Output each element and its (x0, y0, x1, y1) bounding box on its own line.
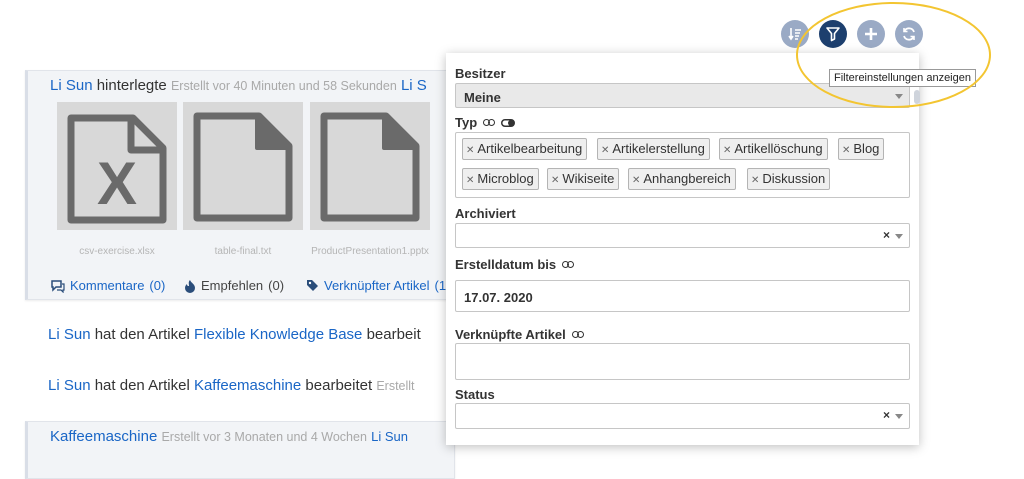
user-link[interactable]: Li Sun (48, 326, 91, 343)
owner-label: Besitzer (455, 66, 506, 81)
article-link[interactable]: Flexible Knowledge Base (194, 326, 362, 343)
activity-line: Li Sun hat den Artikel Flexible Knowledg… (48, 326, 421, 343)
recommend-label: Empfehlen (201, 278, 264, 293)
activity-header: Kaffeemaschine Erstellt vor 3 Monaten un… (50, 428, 408, 445)
linked-articles-label: Verknüpfte Artikel (455, 327, 566, 342)
type-tag[interactable]: ✕ Artikellöschung (719, 138, 828, 160)
tag-label: Artikellöschung (734, 141, 823, 156)
attachment-thumbnail[interactable] (183, 102, 303, 230)
highlight-ring (796, 2, 991, 108)
attachment-caption: ProductPresentation1.pptx (311, 246, 429, 257)
clear-icon[interactable]: × (883, 228, 890, 242)
status-select[interactable]: × (455, 403, 910, 429)
type-tag[interactable]: ✕ Blog (838, 138, 885, 160)
type-tag[interactable]: ✕ Wikiseite (547, 168, 620, 190)
activity-card: Kaffeemaschine Erstellt vor 3 Monaten un… (25, 421, 455, 479)
type-label: Typ (455, 115, 478, 130)
tag-label: Diskussion (762, 171, 826, 186)
status-label: Status (455, 387, 495, 402)
remove-tag-icon[interactable]: ✕ (466, 175, 474, 186)
type-tag[interactable]: ✕ Artikelerstellung (597, 138, 710, 160)
recommend-count: (0) (268, 278, 285, 293)
clear-icon[interactable]: × (883, 408, 890, 422)
tag-label: Blog (853, 141, 880, 156)
activity-meta: Erstellt (376, 379, 415, 393)
activity-text: hat den Artikel (94, 326, 190, 343)
activity-text: hat den Artikel (94, 377, 190, 394)
activity-text: bearbeit (366, 326, 421, 343)
type-multiselect[interactable]: ✕ Artikelbearbeitung ✕ Artikelerstellung ✕… (455, 132, 910, 198)
linked-label-row: Verknüpfte Artikel (455, 327, 584, 342)
document-file-icon (320, 112, 420, 222)
recommend-button[interactable]: Empfehlen (0) (184, 278, 284, 293)
linked-article-link[interactable]: Verknüpfter Artikel (1 (306, 278, 446, 293)
remove-tag-icon[interactable]: ✕ (632, 175, 640, 186)
user-link-trailing[interactable]: Li S (401, 77, 427, 94)
chevron-down-icon (895, 414, 903, 419)
article-link[interactable]: Kaffeemaschine (194, 377, 301, 394)
type-tag[interactable]: ✕ Artikelbearbeitung (462, 138, 588, 160)
activity-card: Li Sun hinterlegte Erstellt vor 40 Minut… (25, 70, 455, 300)
attachment-thumbnail[interactable]: X (57, 102, 177, 230)
document-file-icon (193, 112, 293, 222)
tag-label: Anhangbereich (643, 171, 731, 186)
remove-tag-icon[interactable]: ✕ (751, 175, 759, 186)
toggle-icon[interactable] (501, 118, 516, 127)
remove-tag-icon[interactable]: ✕ (466, 145, 474, 156)
owner-value: Meine (464, 90, 501, 105)
tag-label: Artikelbearbeitung (477, 141, 583, 156)
comment-icon (51, 279, 65, 293)
tag-label: Wikiseite (562, 171, 615, 186)
user-link[interactable]: Li Sun (48, 377, 91, 394)
type-tag[interactable]: ✕ Diskussion (747, 168, 831, 190)
link-icon[interactable] (571, 331, 584, 338)
tag-label: Artikelerstellung (612, 141, 705, 156)
type-label-row: Typ (455, 115, 516, 130)
type-tag[interactable]: ✕ Anhangbereich (628, 168, 736, 190)
remove-tag-icon[interactable]: ✕ (601, 145, 609, 156)
attachment-caption: csv-exercise.xlsx (79, 246, 155, 257)
comments-label: Kommentare (70, 278, 145, 293)
attachment-thumbnail[interactable] (310, 102, 430, 230)
comments-count: (0) (149, 278, 166, 293)
user-link[interactable]: Li Sun (371, 429, 408, 444)
created-label-row: Erstelldatum bis (455, 257, 575, 272)
article-link[interactable]: Kaffeemaschine (50, 428, 157, 445)
link-icon[interactable] (483, 119, 496, 126)
activity-header: Li Sun hinterlegte Erstellt vor 40 Minut… (50, 77, 427, 94)
created-date-field[interactable]: 17.07. 2020 (455, 280, 910, 312)
activity-meta: Erstellt vor 3 Monaten und 4 Wochen (161, 430, 367, 444)
activity-meta: Erstellt vor 40 Minuten und 58 Sekunden (170, 79, 397, 93)
svg-text:X: X (97, 150, 137, 217)
remove-tag-icon[interactable]: ✕ (551, 175, 559, 186)
chevron-down-icon (895, 233, 903, 239)
tag-label: Microblog (477, 171, 534, 186)
created-date-value: 17.07. 2020 (464, 290, 533, 305)
activity-line: Li Sun hat den Artikel Kaffeemaschine be… (48, 377, 415, 394)
excel-file-icon: X (67, 114, 167, 224)
flame-icon (185, 279, 195, 293)
type-tag[interactable]: ✕ Microblog (462, 168, 539, 190)
linked-articles-field[interactable] (455, 343, 910, 380)
archived-label: Archiviert (455, 206, 516, 221)
link-icon[interactable] (562, 261, 575, 268)
user-link[interactable]: Li Sun (50, 77, 93, 94)
attachment-caption: table-final.txt (214, 246, 272, 257)
linked-label: Verknüpfter Artikel (324, 278, 430, 293)
activity-verb: hinterlegte (96, 77, 167, 94)
tag-icon (307, 280, 318, 291)
created-label: Erstelldatum bis (455, 257, 557, 272)
filter-panel: Besitzer Meine Typ ✕ Artikelbearbeitung ✕… (446, 53, 919, 445)
archived-select[interactable]: × (455, 223, 910, 248)
activity-text: bearbeitet (305, 377, 373, 394)
comments-link[interactable]: Kommentare (0) (50, 278, 165, 293)
remove-tag-icon[interactable]: ✕ (842, 145, 850, 156)
remove-tag-icon[interactable]: ✕ (723, 145, 731, 156)
linked-count: (1 (434, 278, 447, 293)
